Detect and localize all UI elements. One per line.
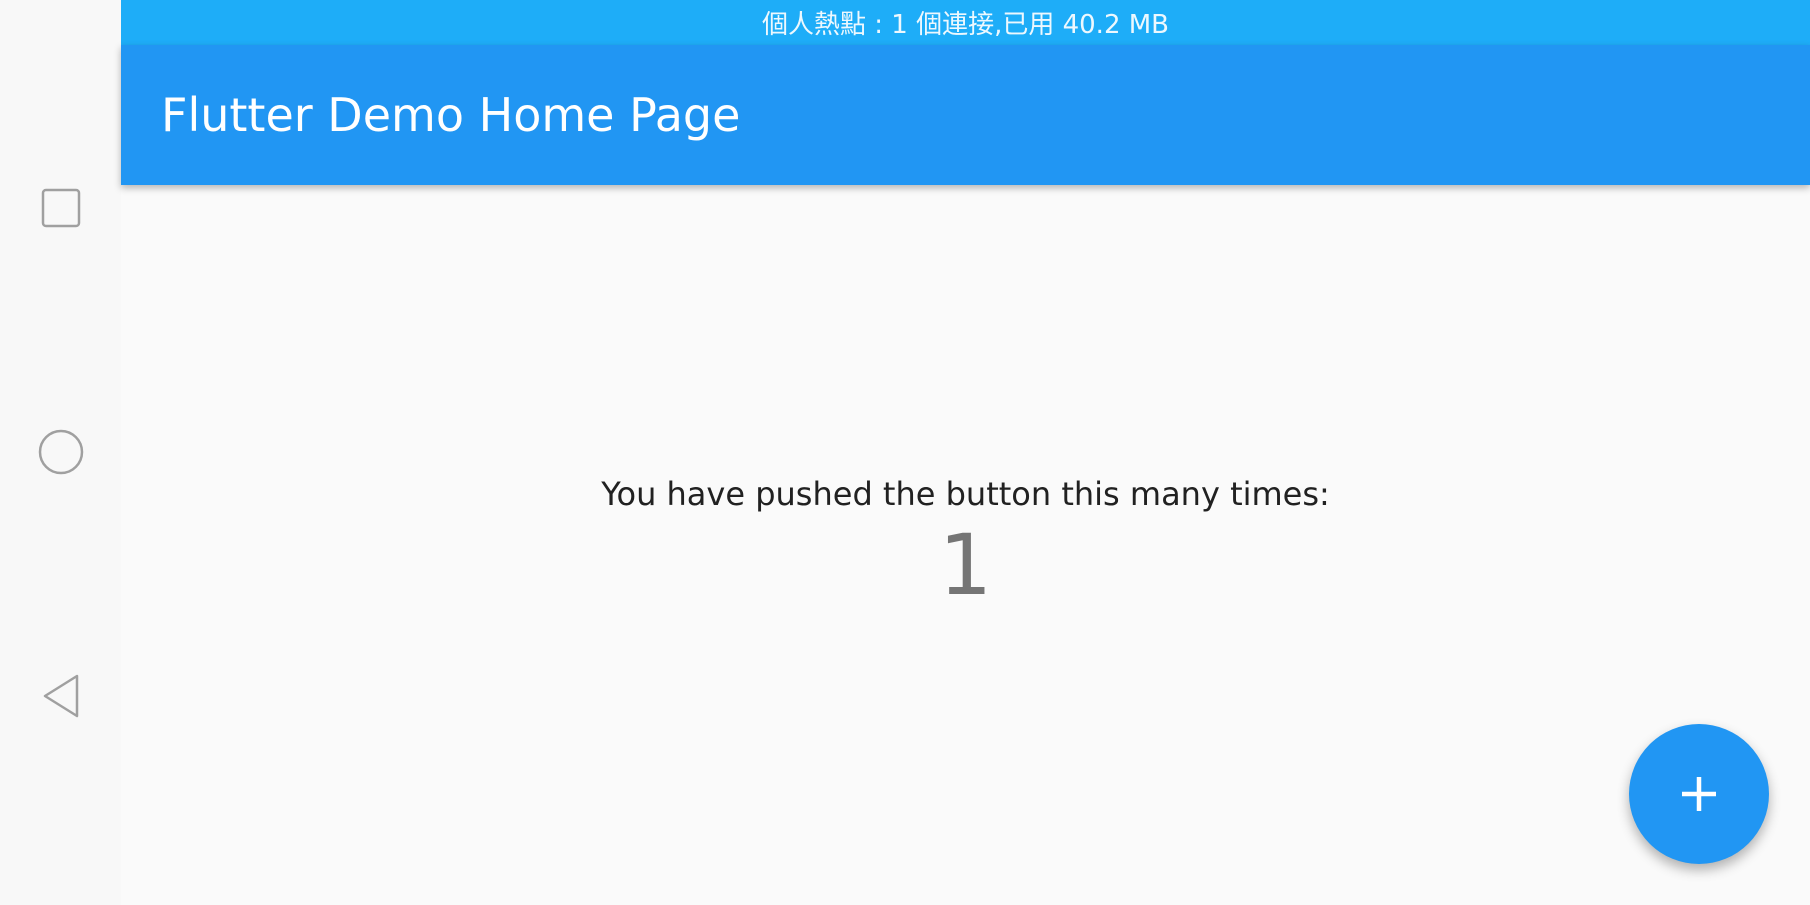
square-icon [41, 188, 80, 228]
counter-message: You have pushed the button this many tim… [601, 475, 1330, 513]
back-button[interactable] [0, 636, 121, 756]
recents-button[interactable] [0, 148, 121, 268]
navigation-bar [0, 0, 121, 905]
triangle-back-icon [43, 674, 78, 718]
home-button[interactable] [0, 392, 121, 512]
counter-value: 1 [938, 516, 993, 614]
app-bar: Flutter Demo Home Page [121, 45, 1810, 185]
circle-icon [38, 429, 83, 475]
page-title: Flutter Demo Home Page [161, 88, 741, 142]
plus-icon [1682, 777, 1716, 811]
main-content: You have pushed the button this many tim… [121, 185, 1810, 905]
status-bar-text: 個人熱點 : 1 個連接,已用 40.2 MB [761, 10, 1170, 40]
status-bar: 個人熱點 : 1 個連接,已用 40.2 MB [121, 0, 1810, 45]
increment-button[interactable] [1629, 724, 1769, 864]
